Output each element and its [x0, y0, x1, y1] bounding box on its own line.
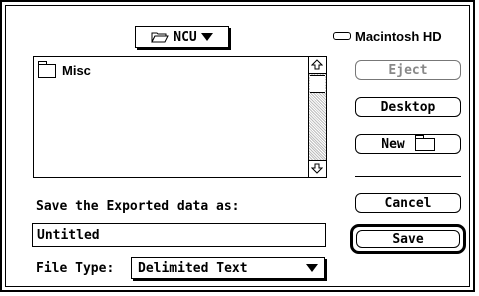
- scroll-down-button[interactable]: [309, 160, 326, 177]
- scrollbar[interactable]: [308, 57, 326, 177]
- scroll-thumb[interactable]: [310, 75, 325, 93]
- new-folder-button[interactable]: New: [355, 134, 461, 154]
- new-folder-label: New: [381, 136, 405, 152]
- hard-disk-icon: [333, 32, 351, 40]
- scroll-up-button[interactable]: [309, 57, 326, 74]
- file-list-area[interactable]: Misc: [34, 57, 308, 177]
- dropdown-arrow-icon: [306, 264, 318, 272]
- filename-field[interactable]: [32, 223, 326, 247]
- new-folder-icon: [414, 134, 435, 151]
- folder-popup-label: NCU: [173, 29, 197, 45]
- divider: [355, 176, 461, 177]
- file-list: Misc: [33, 56, 327, 178]
- up-arrow-icon: [311, 59, 323, 70]
- cancel-button[interactable]: Cancel: [355, 193, 461, 213]
- down-arrow-icon: [311, 163, 323, 174]
- save-button[interactable]: Save: [356, 230, 460, 248]
- save-prompt-label: Save the Exported data as:: [36, 199, 240, 214]
- file-type-label: File Type:: [36, 261, 115, 276]
- file-type-popup[interactable]: Delimited Text: [131, 257, 325, 279]
- desktop-button[interactable]: Desktop: [355, 97, 461, 117]
- folder-icon: [38, 60, 56, 78]
- eject-button[interactable]: Eject: [355, 60, 461, 80]
- dropdown-arrow-icon: [200, 33, 213, 41]
- volume-name: Macintosh HD: [355, 28, 442, 44]
- open-folder-icon: [151, 32, 170, 43]
- folder-popup[interactable]: NCU: [135, 26, 229, 48]
- list-item[interactable]: Misc: [38, 60, 91, 78]
- volume-indicator: Macintosh HD: [333, 27, 442, 45]
- file-type-value: Delimited Text: [138, 260, 248, 276]
- save-button-default-ring: Save: [350, 224, 466, 254]
- list-item-label: Misc: [62, 63, 91, 78]
